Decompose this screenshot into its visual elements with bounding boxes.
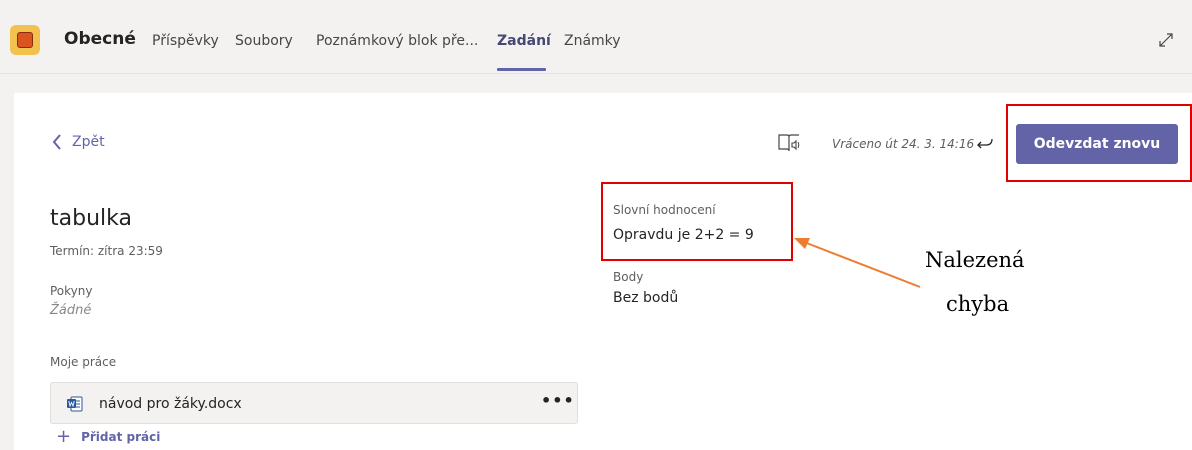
highlight-box-feedback bbox=[601, 182, 793, 261]
more-options-icon[interactable]: ••• bbox=[541, 391, 575, 410]
feedback-label: Slovní hodnocení bbox=[613, 203, 716, 217]
chevron-left-icon bbox=[52, 134, 61, 150]
annotation-text-line1: Nalezená bbox=[925, 248, 1025, 272]
plus-icon: + bbox=[56, 426, 72, 447]
returned-status: Vráceno út 24. 3. 14:16 bbox=[832, 137, 975, 151]
tab-notebook[interactable]: Poznámkový blok pře... bbox=[316, 33, 478, 49]
instructions-label: Pokyny bbox=[50, 284, 93, 298]
highlight-box-resubmit bbox=[1006, 104, 1192, 182]
immersive-reader-icon[interactable] bbox=[777, 132, 801, 154]
file-attachment[interactable]: návod pro žáky.docx ••• bbox=[50, 382, 578, 424]
team-icon[interactable] bbox=[10, 25, 40, 55]
points-value: Bez bodů bbox=[613, 290, 679, 306]
annotation-arrow bbox=[794, 238, 921, 288]
add-work-button[interactable]: + Přidat práci bbox=[56, 426, 161, 447]
my-work-label: Moje práce bbox=[50, 355, 117, 369]
back-link[interactable]: Zpět bbox=[52, 134, 105, 150]
points-label: Body bbox=[613, 270, 644, 284]
tab-files[interactable]: Soubory bbox=[235, 33, 293, 49]
word-doc-icon bbox=[67, 396, 83, 412]
feedback-value: Opravdu je 2+2 = 9 bbox=[613, 227, 754, 243]
file-name: návod pro žáky.docx bbox=[99, 396, 242, 412]
tab-assignments[interactable]: Zadání bbox=[497, 33, 551, 49]
expand-icon[interactable] bbox=[1156, 30, 1176, 50]
return-arrow-icon bbox=[977, 138, 993, 149]
channel-header: Obecné Příspěvky Soubory Poznámkový blok… bbox=[0, 0, 1192, 74]
assignment-title: tabulka bbox=[50, 206, 132, 231]
instructions-value: Žádné bbox=[50, 303, 92, 318]
tab-posts[interactable]: Příspěvky bbox=[152, 33, 219, 49]
active-tab-indicator bbox=[497, 68, 546, 71]
channel-name: Obecné bbox=[64, 29, 136, 49]
add-work-label: Přidat práci bbox=[81, 430, 161, 444]
tab-grades[interactable]: Známky bbox=[564, 33, 621, 49]
back-label: Zpět bbox=[72, 134, 105, 150]
annotation-text-line2: chyba bbox=[946, 292, 1010, 316]
due-date: Termín: zítra 23:59 bbox=[50, 244, 163, 258]
